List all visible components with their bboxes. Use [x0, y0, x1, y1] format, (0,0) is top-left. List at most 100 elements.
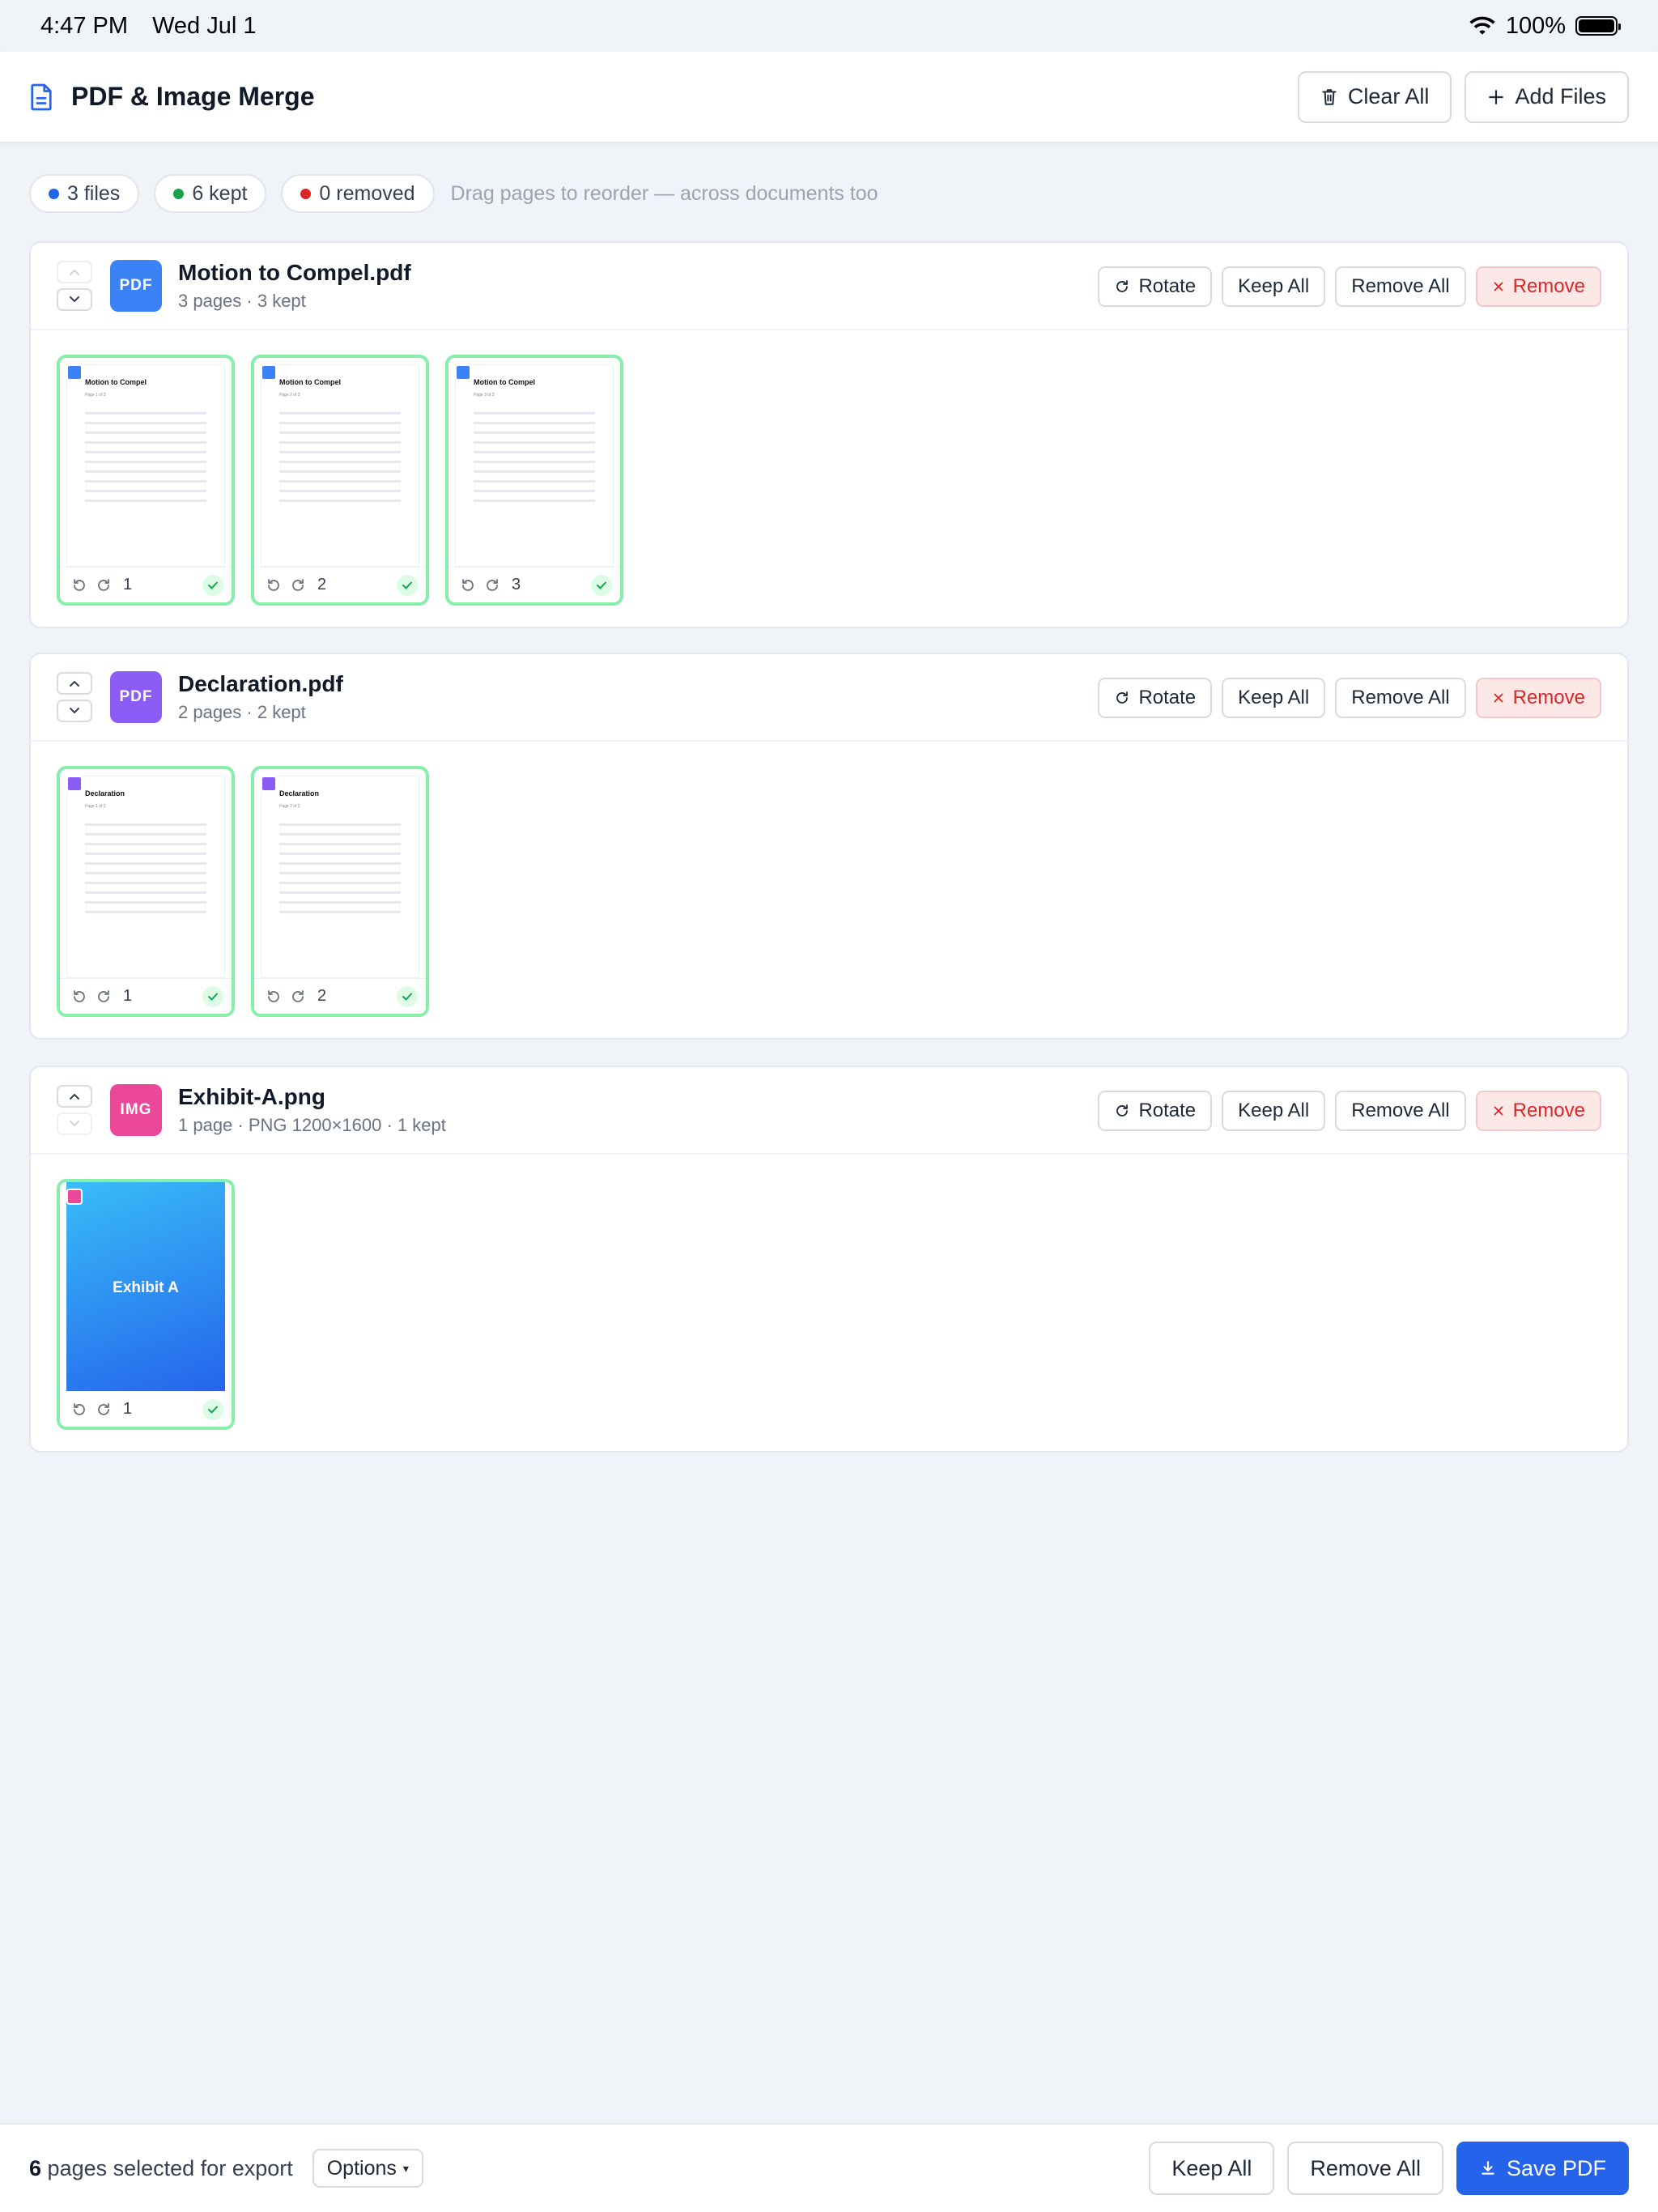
remove-document-button[interactable]: Remove [1475, 678, 1601, 718]
keep-all-button[interactable]: Keep All [1222, 266, 1326, 307]
rotate-ccw-icon[interactable] [460, 577, 476, 593]
document-card: PDF Motion to Compel.pdf 3 pages · 3 kep… [29, 241, 1629, 628]
remove-label: Remove [1512, 1100, 1585, 1121]
page-select-checkbox[interactable] [261, 364, 277, 381]
remove-all-button[interactable]: Remove All [1335, 678, 1466, 718]
status-left: 4:47 PM Wed Jul 1 [40, 13, 274, 40]
preview-subtitle: Page 1 of 2 [85, 804, 106, 809]
header-actions: Clear All Add Files [1297, 70, 1629, 123]
stats-row: 3 files 6 kept 0 removed Drag pages to r… [29, 173, 878, 214]
move-down-button[interactable] [57, 288, 92, 311]
preview-subtitle: Page 2 of 2 [279, 804, 300, 809]
keep-all-button[interactable]: Keep All [1222, 1091, 1326, 1131]
preview-subtitle: Page 2 of 3 [279, 393, 300, 398]
remove-all-pages-button[interactable]: Remove All [1287, 2142, 1443, 2195]
page-thumbnail[interactable]: Motion to Compel Page 3 of 3 3 [445, 355, 623, 606]
kept-count-pill: 6 kept [154, 174, 267, 213]
kept-check-icon[interactable] [202, 575, 223, 596]
page-number: 1 [123, 576, 133, 593]
status-bar: 4:47 PM Wed Jul 1 100% [0, 0, 1658, 52]
move-up-button[interactable] [57, 672, 92, 695]
add-files-button[interactable]: Add Files [1465, 70, 1629, 123]
close-icon [1494, 693, 1503, 703]
keep-all-pages-button[interactable]: Keep All [1149, 2142, 1275, 2195]
page-thumbnail[interactable]: Exhibit A 1 [57, 1179, 235, 1430]
rotate-button[interactable]: Rotate [1098, 266, 1213, 307]
file-meta: 2 pages · 2 kept [178, 702, 306, 722]
document-card: IMG Exhibit-A.png 1 page · PNG 1200×1600… [29, 1066, 1629, 1453]
file-name: Exhibit-A.png [178, 1084, 325, 1109]
move-up-button[interactable] [57, 261, 92, 283]
document-icon [31, 83, 52, 110]
page-select-checkbox[interactable] [66, 1189, 83, 1205]
page-number: 1 [123, 1400, 133, 1418]
rotate-cw-icon[interactable] [290, 577, 306, 593]
rotate-cw-icon[interactable] [290, 989, 306, 1005]
remove-all-button[interactable]: Remove All [1335, 266, 1466, 307]
page-footer: 1 [60, 567, 232, 602]
plus-icon [1489, 89, 1504, 104]
page-thumbnail[interactable]: Motion to Compel Page 2 of 3 2 [251, 355, 429, 606]
remove-label: Remove [1512, 275, 1585, 297]
document-card: PDF Declaration.pdf 2 pages · 2 kept Rot… [29, 653, 1629, 1040]
remove-document-button[interactable]: Remove [1475, 1091, 1601, 1131]
status-time: 4:47 PM [40, 12, 128, 39]
reorder-hint: Drag pages to reorder — across documents… [450, 181, 878, 205]
files-count: 3 files [67, 181, 121, 205]
rotate-label: Rotate [1138, 275, 1197, 297]
clear-all-button[interactable]: Clear All [1297, 70, 1452, 123]
page-select-checkbox[interactable] [66, 776, 83, 792]
move-down-button[interactable] [57, 1112, 92, 1135]
preview-title: Motion to Compel [474, 378, 535, 386]
kept-check-icon[interactable] [202, 1399, 223, 1420]
page-select-checkbox[interactable] [261, 776, 277, 792]
rotate-ccw-icon[interactable] [71, 577, 87, 593]
page-number: 1 [123, 987, 133, 1005]
save-pdf-button[interactable]: Save PDF [1456, 2142, 1629, 2195]
page-select-checkbox[interactable] [66, 364, 83, 381]
kept-check-icon[interactable] [397, 575, 418, 596]
kept-check-icon[interactable] [202, 986, 223, 1007]
rotate-button[interactable]: Rotate [1098, 1091, 1213, 1131]
rotate-cw-icon[interactable] [96, 577, 112, 593]
keep-all-button[interactable]: Keep All [1222, 678, 1326, 718]
chevron-up-icon [70, 681, 79, 687]
selected-count-suffix: pages selected for export [47, 2155, 293, 2180]
rotate-cw-icon[interactable] [96, 1402, 112, 1418]
page-select-checkbox[interactable] [455, 364, 471, 381]
file-info: Motion to Compel.pdf 3 pages · 3 kept [178, 260, 411, 312]
kept-check-icon[interactable] [397, 986, 418, 1007]
rotate-ccw-icon[interactable] [266, 989, 282, 1005]
chevron-up-icon [70, 1094, 79, 1100]
page-footer: 1 [60, 1391, 232, 1427]
rotate-cw-icon[interactable] [96, 989, 112, 1005]
remove-document-button[interactable]: Remove [1475, 266, 1601, 307]
rotate-cw-icon[interactable] [484, 577, 500, 593]
rotate-ccw-icon[interactable] [71, 989, 87, 1005]
remove-all-button[interactable]: Remove All [1335, 1091, 1466, 1131]
rotate-ccw-icon[interactable] [266, 577, 282, 593]
rotate-cw-icon [1116, 280, 1129, 292]
options-dropdown[interactable]: Options ▾ [312, 2149, 423, 2188]
card-header: IMG Exhibit-A.png 1 page · PNG 1200×1600… [31, 1067, 1627, 1155]
kept-check-icon[interactable] [591, 575, 612, 596]
reorder-controls [57, 672, 92, 722]
rotate-ccw-icon[interactable] [71, 1402, 87, 1418]
page-grid: Exhibit A 1 [31, 1155, 1627, 1454]
file-type-badge: PDF [110, 671, 162, 723]
selected-count: 6 [29, 2155, 42, 2180]
removed-count-pill: 0 removed [281, 174, 435, 213]
move-up-button[interactable] [57, 1085, 92, 1108]
page-thumbnail[interactable]: Declaration Page 1 of 2 1 [57, 766, 235, 1017]
chevron-down-icon [70, 296, 79, 302]
file-type-badge: IMG [110, 1084, 162, 1136]
page-thumbnail[interactable]: Declaration Page 2 of 2 2 [251, 766, 429, 1017]
page-thumbnail[interactable]: Motion to Compel Page 1 of 3 1 [57, 355, 235, 606]
file-info: Declaration.pdf 2 pages · 2 kept [178, 671, 343, 723]
brand: PDF & Image Merge [29, 82, 315, 112]
files-count-pill: 3 files [29, 174, 140, 213]
wifi-icon [1469, 16, 1495, 35]
page-number: 3 [512, 576, 521, 593]
move-down-button[interactable] [57, 700, 92, 722]
rotate-button[interactable]: Rotate [1098, 678, 1213, 718]
